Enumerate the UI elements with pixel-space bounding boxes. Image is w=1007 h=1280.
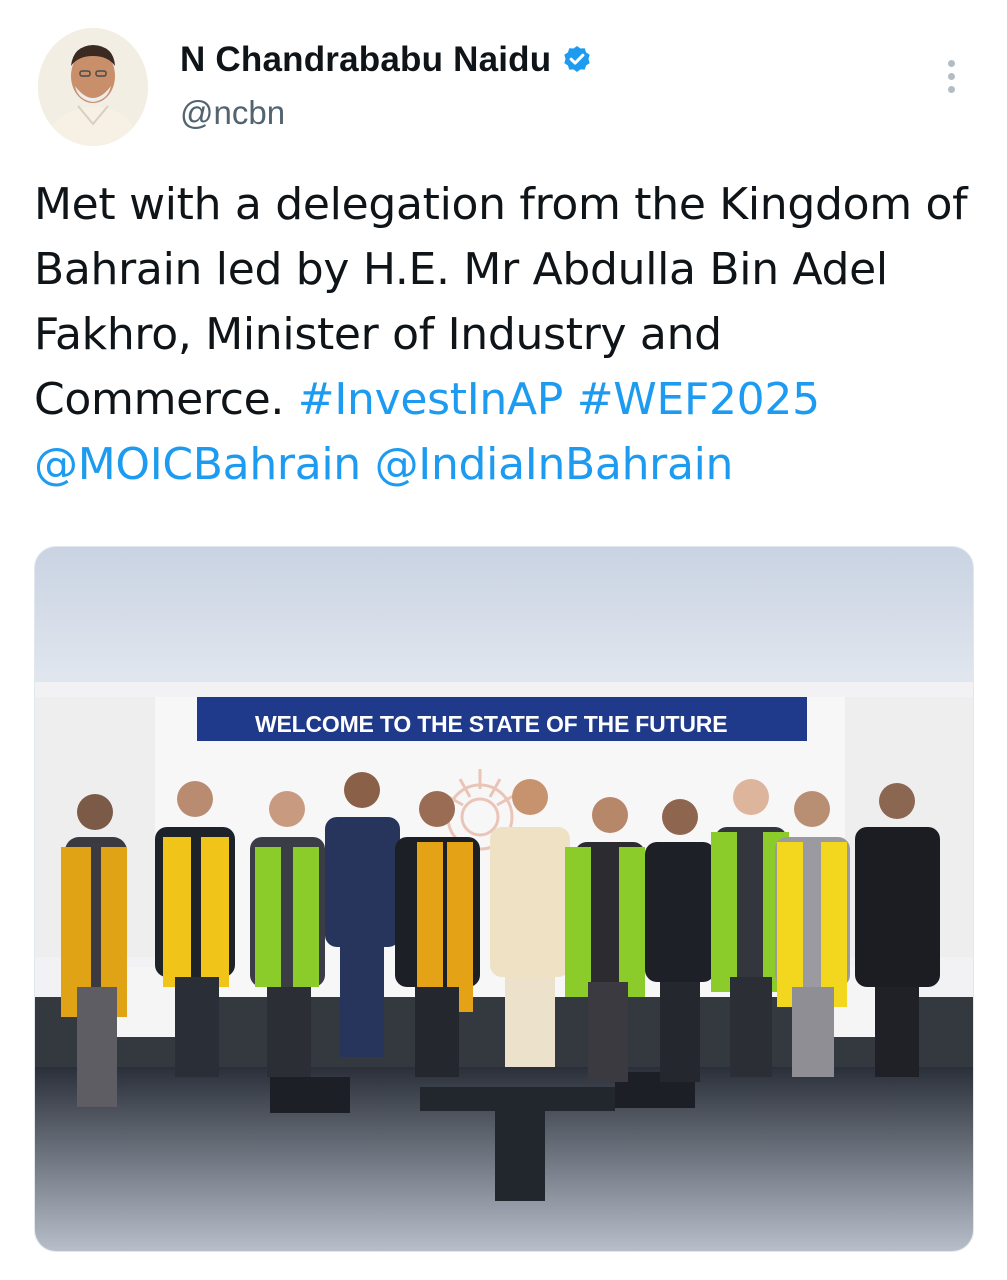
author-handle[interactable]: @ncbn — [180, 94, 285, 132]
tweet-text: Met with a delegation from the Kingdom o… — [34, 172, 974, 497]
hashtag-wef2025[interactable]: #WEF2025 — [577, 374, 820, 425]
author-name[interactable]: N Chandrababu Naidu — [180, 40, 551, 80]
hashtag-investinap[interactable]: #InvestInAP — [298, 374, 564, 425]
banner-text: WELCOME TO THE STATE OF THE FUTURE — [255, 711, 728, 737]
mention-indiainbahrain[interactable]: @IndiaInBahrain — [375, 439, 734, 490]
verified-badge-icon — [561, 44, 593, 76]
tweet-header: N Chandrababu Naidu @ncbn — [0, 0, 1007, 160]
author-name-row[interactable]: N Chandrababu Naidu — [180, 40, 593, 80]
mention-moicbahrain[interactable]: @MOICBahrain — [34, 439, 361, 490]
tweet-photo[interactable]: WELCOME TO THE STATE OF THE FUTURE — [34, 546, 974, 1252]
author-avatar[interactable] — [38, 28, 148, 146]
more-options-icon[interactable] — [936, 60, 966, 100]
